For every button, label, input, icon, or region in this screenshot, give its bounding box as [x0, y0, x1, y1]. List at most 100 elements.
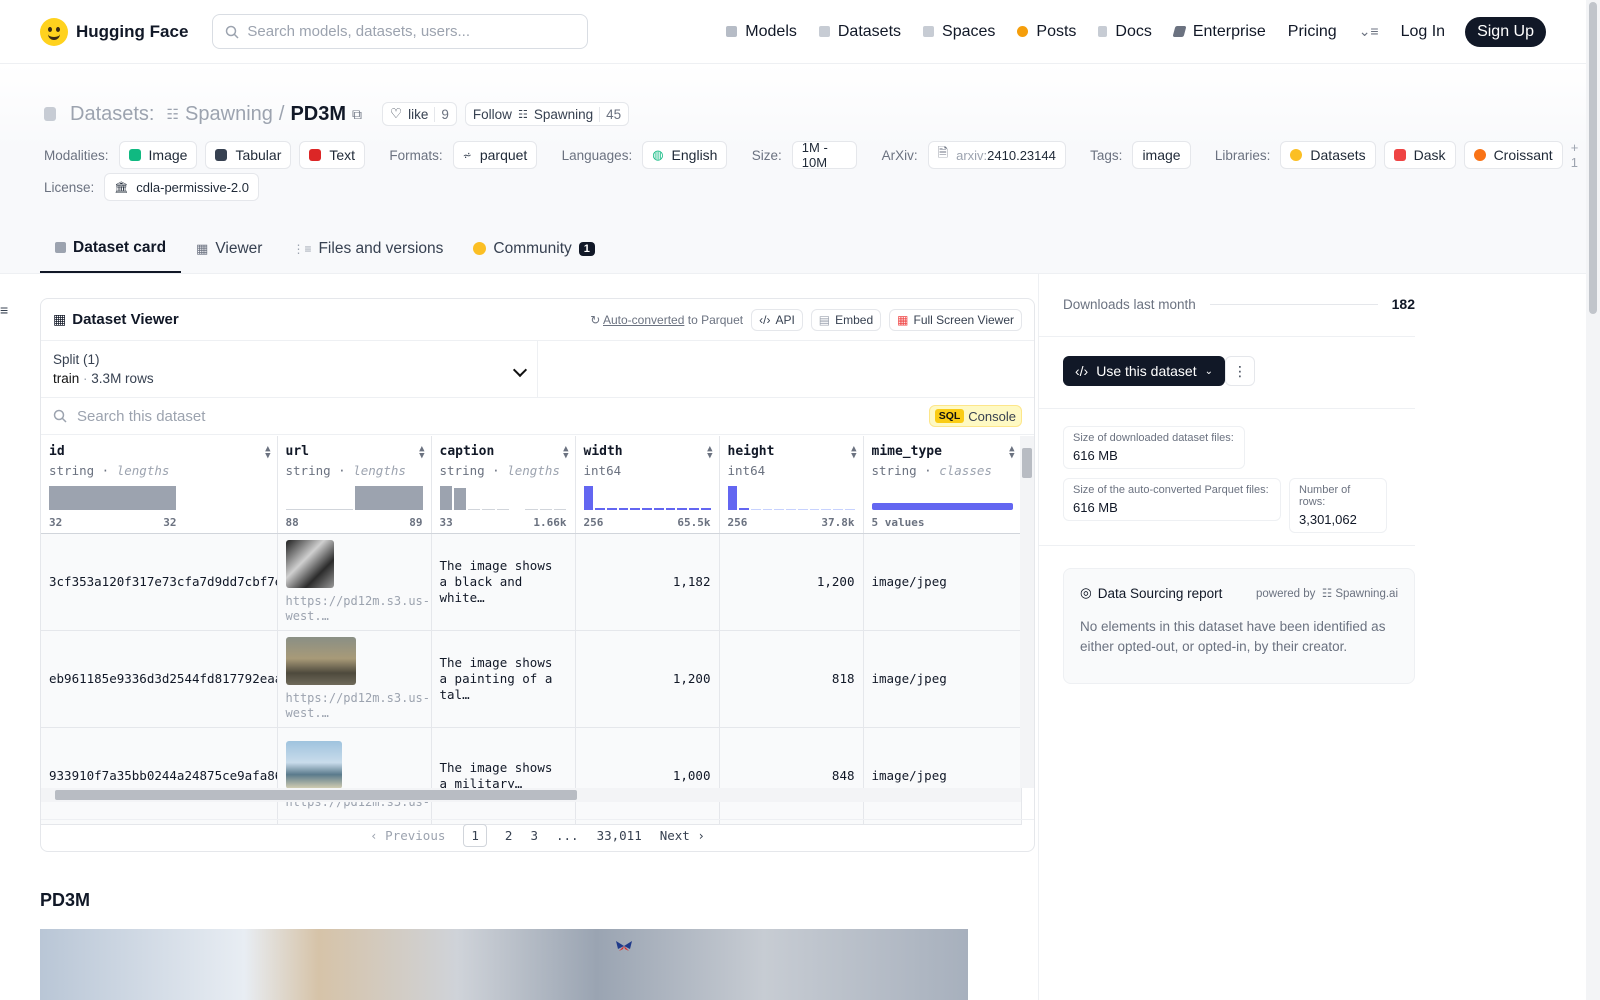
row-thumbnail[interactable]	[285, 741, 342, 789]
cell-mime-type[interactable]: image/jpeg	[863, 630, 1022, 728]
section-link[interactable]: Datasets:	[70, 103, 154, 126]
tag-format-parquet[interactable]: ⩫ parquet	[452, 141, 538, 169]
brand-logo[interactable]: Hugging Face	[40, 17, 188, 46]
table-row[interactable]: 3cf353a120f317e73cfa7d9dd7cbf7ec https:/…	[41, 533, 1022, 631]
cell-width[interactable]: 1,182	[575, 533, 720, 631]
tag-modality-text[interactable]: Text	[299, 141, 366, 169]
page-3[interactable]: 3	[530, 828, 538, 843]
nav-more-menu[interactable]: ⌄≡	[1357, 19, 1381, 44]
dataset-search[interactable]: Search this dataset SQL Console	[41, 398, 1034, 435]
cell-url[interactable]: https://pd12m.s3.us-	[277, 727, 432, 825]
column-header-height[interactable]: height int64 ▲ ▼ 256 37.8k	[719, 436, 864, 534]
split-select[interactable]: Split (1) train · 3.3M rows	[41, 341, 538, 397]
tag-size[interactable]: 1M - 10M	[791, 140, 858, 170]
cell-caption[interactable]: The image shows a military…	[431, 727, 576, 825]
sort-icon[interactable]: ▲ ▼	[1009, 445, 1014, 461]
use-dataset-button[interactable]: ‹/› Use this dataset ⌄	[1063, 356, 1225, 386]
nav-docs[interactable]: Docs	[1096, 19, 1153, 45]
tab-viewer[interactable]: ▦ Viewer	[181, 224, 277, 273]
repo-name[interactable]: PD3M	[290, 103, 346, 126]
page-1[interactable]: 1	[463, 824, 487, 847]
column-header-mime-type[interactable]: mime_type string · classes ▲ ▼ 5 values	[863, 436, 1022, 534]
table-row[interactable]: 933910f7a35bb0244a24875ce9afa865 https:/…	[41, 727, 1022, 825]
login-link[interactable]: Log In	[1399, 19, 1447, 45]
cell-height[interactable]: 848	[719, 727, 864, 825]
url-text[interactable]: https://pd12m.s3.us-west.…	[286, 594, 431, 624]
column-type: string	[49, 463, 95, 478]
sort-icon[interactable]: ▲ ▼	[707, 445, 712, 461]
nav-pricing[interactable]: Pricing	[1286, 19, 1339, 45]
tab-dataset-card[interactable]: Dataset card	[40, 224, 182, 273]
tag-image[interactable]: image	[1132, 141, 1191, 169]
like-button[interactable]: ♡ like 9	[382, 102, 457, 126]
table-row[interactable]: eb961185e9336d3d2544fd817792eaa9 https:/…	[41, 630, 1022, 728]
tag-library-croissant[interactable]: Croissant	[1463, 141, 1563, 169]
tab-community[interactable]: Community 1	[458, 224, 610, 273]
cell-mime-type[interactable]: image/jpeg	[863, 727, 1022, 825]
tag-modality-tabular[interactable]: Tabular	[205, 141, 292, 169]
dataset-search-placeholder[interactable]: Search this dataset	[77, 408, 205, 425]
tag-license[interactable]: 🏛 cdla-permissive-2.0	[104, 173, 259, 201]
tag-library-datasets[interactable]: Datasets	[1280, 141, 1376, 169]
sort-icon[interactable]: ▲ ▼	[265, 445, 270, 461]
cell-caption[interactable]: The image shows a black and white…	[431, 533, 576, 631]
page-2[interactable]: 2	[505, 828, 513, 843]
global-search-input[interactable]	[247, 23, 568, 40]
tag-library-dask[interactable]: Dask	[1383, 141, 1456, 169]
cell-url[interactable]: https://pd12m.s3.us-west.…	[277, 533, 432, 631]
row-thumbnail[interactable]	[285, 636, 356, 685]
nav-posts[interactable]: Posts	[1015, 19, 1078, 45]
url-text[interactable]: https://pd12m.s3.us-west.…	[286, 691, 431, 721]
auto-converted-note[interactable]: ↻ Auto-converted to Parquet	[590, 313, 743, 327]
column-name: url	[285, 444, 309, 459]
prev-page-button[interactable]: ‹ Previous	[370, 828, 445, 843]
nav-models[interactable]: Models	[724, 19, 799, 45]
cell-id[interactable]: 933910f7a35bb0244a24875ce9afa865	[41, 727, 278, 825]
next-page-button[interactable]: Next ›	[660, 828, 705, 843]
enterprise-icon	[1172, 26, 1187, 37]
page-last[interactable]: 33,011	[597, 828, 642, 843]
follow-button[interactable]: Follow ☷ Spawning 45	[464, 102, 630, 126]
column-header-caption[interactable]: caption string · lengths ▲ ▼ 33 1.66k	[431, 436, 576, 534]
sort-icon[interactable]: ▲ ▼	[419, 445, 424, 461]
sort-icon[interactable]: ▲ ▼	[851, 445, 856, 461]
row-thumbnail[interactable]	[285, 539, 334, 588]
embed-button[interactable]: ▤ Embed	[810, 308, 882, 331]
cell-mime-type[interactable]: image/jpeg	[863, 533, 1022, 631]
tag-language-english[interactable]: ◍ English	[642, 141, 728, 169]
table-horizontal-scrollbar[interactable]	[41, 788, 1021, 802]
column-header-width[interactable]: width int64 ▲ ▼ 256 65.5k	[575, 436, 720, 534]
more-options-button[interactable]: ⋮	[1225, 356, 1255, 386]
copy-icon[interactable]: ⧉	[352, 106, 362, 123]
sql-console-button[interactable]: SQL Console	[928, 405, 1022, 427]
fullscreen-button[interactable]: ▦ Full Screen Viewer	[889, 308, 1022, 331]
owner-link[interactable]: Spawning	[185, 103, 273, 126]
cell-id[interactable]: eb961185e9336d3d2544fd817792eaa9	[41, 630, 278, 728]
sort-icon[interactable]: ▲ ▼	[563, 445, 568, 461]
column-header-id[interactable]: id string · lengths ▲ ▼ 32 32	[41, 436, 278, 534]
powered-org-link[interactable]: Spawning.ai	[1335, 588, 1398, 600]
table-vertical-scrollbar[interactable]	[1020, 436, 1034, 788]
column-header-url[interactable]: url string · lengths ▲ ▼ 88 89	[277, 436, 432, 534]
signup-button[interactable]: Sign Up	[1465, 16, 1546, 47]
tag-arxiv[interactable]: 🗎 arxiv:2410.23144	[927, 141, 1066, 169]
cell-height[interactable]: 1,200	[719, 533, 864, 631]
nav-enterprise-label: Enterprise	[1192, 22, 1266, 40]
cell-id[interactable]: 3cf353a120f317e73cfa7d9dd7cbf7ec	[41, 533, 278, 631]
global-search[interactable]	[212, 14, 589, 49]
nav-enterprise[interactable]: Enterprise	[1172, 19, 1268, 45]
sidebar-toggle-icon[interactable]: ≡	[0, 302, 8, 318]
tag-modality-image[interactable]: Image	[118, 141, 198, 169]
cell-width[interactable]: 1,000	[575, 727, 720, 825]
nav-spaces[interactable]: Spaces	[921, 19, 997, 45]
page-scrollbar[interactable]	[1586, 0, 1600, 1000]
cell-width[interactable]: 1,200	[575, 630, 720, 728]
libraries-more[interactable]: + 1	[1571, 140, 1586, 170]
auto-converted-link[interactable]: Auto-converted	[603, 313, 684, 327]
cell-url[interactable]: https://pd12m.s3.us-west.…	[277, 630, 432, 728]
nav-datasets[interactable]: Datasets	[817, 19, 903, 45]
cell-height[interactable]: 818	[719, 630, 864, 728]
tab-files[interactable]: ⋮≡ Files and versions	[277, 224, 458, 273]
cell-caption[interactable]: The image shows a painting of a tal…	[431, 630, 576, 728]
api-button[interactable]: ‹/› API	[751, 308, 803, 331]
